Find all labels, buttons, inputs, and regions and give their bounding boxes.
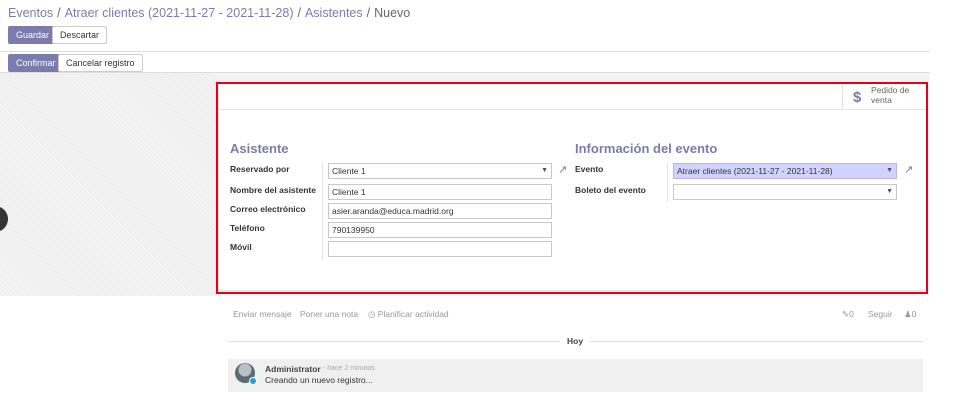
date-divider (590, 341, 923, 342)
date-divider (228, 341, 560, 342)
message-body: Creando un nuevo registro... (265, 375, 373, 385)
cancel-registration-button[interactable]: Cancelar registro (58, 54, 143, 72)
clock-icon: ◷ (368, 309, 378, 319)
send-message-button[interactable]: Enviar mensaje (233, 309, 292, 319)
breadcrumb-attendees[interactable]: Asistentes (305, 6, 363, 20)
follow-button[interactable]: Seguir (868, 309, 893, 319)
breadcrumb-current: Nuevo (374, 6, 411, 20)
divider (0, 51, 930, 52)
form-background-pattern (0, 73, 216, 296)
breadcrumb: Eventos / Atraer clientes (2021-11-27 - 20… (8, 6, 411, 20)
breadcrumb-event[interactable]: Atraer clientes (2021-11-27 - 2021-11-28… (65, 6, 294, 20)
breadcrumb-events[interactable]: Eventos (8, 6, 53, 20)
highlight-frame (216, 82, 928, 294)
message-time: - hace 2 minutos (323, 365, 375, 372)
attachments-button[interactable]: ✎0 (842, 309, 854, 320)
online-status-icon (249, 377, 257, 385)
confirm-button[interactable]: Confirmar (8, 54, 64, 72)
discard-button[interactable]: Descartar (52, 26, 108, 44)
date-separator-label: Hoy (567, 336, 584, 346)
schedule-activity-button[interactable]: ◷ Planificar actividad (368, 309, 449, 320)
log-note-button[interactable]: Poner una nota (300, 309, 358, 319)
user-icon: ♟ (904, 309, 912, 319)
message-author[interactable]: Administrator (265, 364, 321, 374)
save-button[interactable]: Guardar (8, 26, 58, 44)
followers-button[interactable]: ♟0 (904, 309, 916, 320)
